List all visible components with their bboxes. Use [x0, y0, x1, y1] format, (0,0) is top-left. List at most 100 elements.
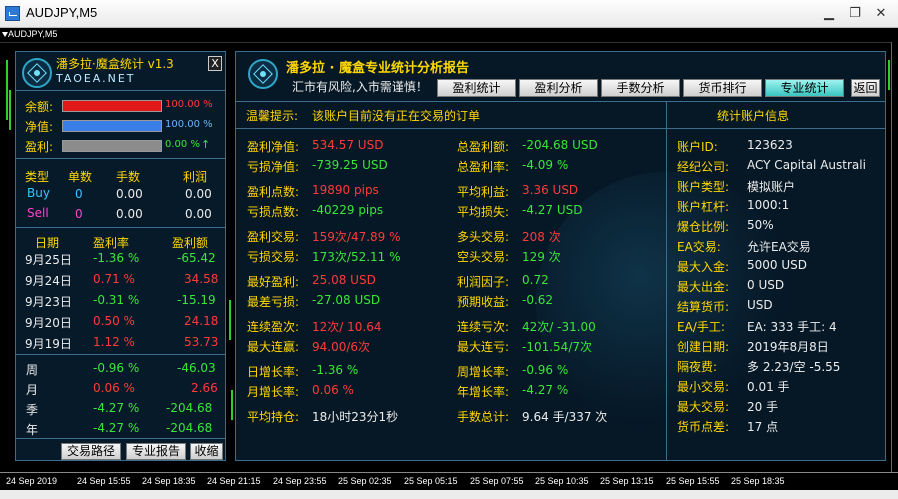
period-amount: -46.03	[177, 361, 216, 375]
report-title: 潘多拉 · 魔盒专业统计分析报告	[286, 61, 469, 76]
divider	[236, 128, 885, 129]
stat-value: 129 次	[522, 250, 561, 264]
daily-rate: 1.12 %	[93, 335, 135, 349]
profit-bar	[62, 140, 162, 152]
divider	[236, 101, 885, 102]
x-tick-label: 24 Sep 21:15	[207, 476, 261, 486]
account-value: 20 手	[747, 400, 779, 414]
balance-bar-fill	[63, 101, 161, 111]
stat-label: 周增长率:	[457, 365, 510, 379]
price-axis	[891, 42, 898, 472]
close-panel-button[interactable]: X	[208, 56, 222, 71]
daily-header-amount: 盈利额	[172, 236, 209, 250]
account-label: 爆仓比例:	[677, 220, 730, 234]
stat-label: 亏损点数:	[247, 205, 300, 219]
stat-value: -739.25 USD	[312, 158, 388, 172]
stat-value: 159次/47.89 %	[312, 230, 401, 244]
balance-percent: 100.00 %	[165, 99, 213, 110]
account-label: 账户类型:	[677, 180, 730, 194]
account-label: 结算货币:	[677, 300, 730, 314]
profit-label: 盈利:	[25, 140, 54, 154]
tab-pro-stats[interactable]: 专业统计	[765, 79, 844, 97]
stat-label: 总盈利率:	[457, 160, 510, 174]
period-amount: -204.68	[166, 401, 213, 415]
stat-value: -4.27 %	[522, 383, 569, 397]
chart-candle	[231, 390, 233, 420]
positions-header-count: 单数	[68, 170, 93, 184]
account-value: 50%	[747, 218, 774, 232]
stat-label: 最差亏损:	[247, 295, 300, 309]
account-label: 最大入金:	[677, 260, 730, 274]
sell-type: Sell	[27, 206, 49, 220]
account-value: ACY Capital Australi	[747, 158, 866, 172]
stat-value: -0.96 %	[522, 363, 569, 377]
stat-label: 连续亏次:	[457, 320, 510, 334]
stat-label: 最大连亏:	[457, 340, 510, 354]
stat-label: 平均损失:	[457, 205, 510, 219]
chart-candle	[888, 60, 890, 90]
x-tick-label: 25 Sep 18:35	[731, 476, 785, 486]
sell-profit: 0.00	[185, 207, 212, 221]
stat-value: -27.08 USD	[312, 293, 381, 307]
tab-currency-ranking[interactable]: 货币排行	[683, 79, 762, 97]
stat-value: -1.36 %	[312, 363, 359, 377]
tab-profit-analysis[interactable]: 盈利分析	[519, 79, 598, 97]
stat-value: 42次/ -31.00	[522, 320, 596, 334]
stat-label: 盈利净值:	[247, 140, 300, 154]
account-label: 最小交易:	[677, 380, 730, 394]
daily-rate: 0.50 %	[93, 314, 135, 328]
window-titlebar: AUDJPY,M5 ▁ ❐ ✕	[0, 0, 898, 28]
buy-lots: 0.00	[116, 187, 143, 201]
statistics-report-panel: 潘多拉 · 魔盒专业统计分析报告 汇市有风险,入市需谨慎！ 盈利统计 盈利分析 …	[235, 51, 886, 461]
tab-profit-stats[interactable]: 盈利统计	[437, 79, 516, 97]
pro-report-button[interactable]: 专业报告	[126, 443, 186, 460]
chart-header: AUDJPY,M5	[0, 28, 898, 43]
daily-amount: 53.73	[184, 335, 219, 349]
stat-label: 年增长率:	[457, 385, 510, 399]
account-label: 账户ID:	[677, 140, 718, 154]
x-tick-label: 25 Sep 15:55	[666, 476, 720, 486]
stat-value: 208 次	[522, 230, 561, 244]
divider	[16, 90, 225, 91]
account-value: 2019年8月8日	[747, 340, 829, 354]
summary-panel: 潘多拉·魔盒统计 v1.3 TAOEA.NET X 余额: 100.00 % 净…	[15, 51, 226, 461]
account-label: 隔夜费:	[677, 360, 718, 374]
daily-amount: -65.42	[177, 251, 216, 265]
collapse-button[interactable]: 收缩	[190, 443, 223, 460]
daily-rate: -0.31 %	[93, 293, 140, 307]
back-button[interactable]: 返回	[851, 79, 880, 97]
period-label: 季	[26, 403, 39, 417]
period-amount: 2.66	[191, 381, 218, 395]
stat-label: 盈利点数:	[247, 185, 300, 199]
stat-value: 12次/ 10.64	[312, 320, 382, 334]
tab-lots-analysis[interactable]: 手数分析	[601, 79, 680, 97]
minimize-icon[interactable]: ▁	[818, 4, 840, 24]
status-bar	[0, 490, 898, 499]
brand-label: TAOEA.NET	[56, 72, 136, 85]
stat-label: 预期收益:	[457, 295, 510, 309]
equity-percent: 100.00 %	[165, 119, 213, 130]
stat-value: 0.72	[522, 273, 549, 287]
stat-label: 手数总计:	[457, 410, 510, 424]
daily-header-rate: 盈利率	[93, 236, 130, 250]
x-tick-label: 24 Sep 15:55	[77, 476, 131, 486]
period-amount: -204.68	[166, 421, 213, 435]
close-icon[interactable]: ✕	[870, 4, 892, 24]
period-rate: 0.06 %	[93, 381, 135, 395]
divider	[16, 227, 225, 228]
trade-path-button[interactable]: 交易路径	[61, 443, 121, 460]
column-divider	[666, 101, 667, 460]
sell-count: 0	[75, 207, 83, 221]
daily-date: 9月25日	[25, 253, 72, 267]
account-label: 账户杠杆:	[677, 200, 730, 214]
stat-value: -40229 pips	[312, 203, 384, 217]
period-label: 年	[26, 423, 39, 437]
daily-rate: -1.36 %	[93, 251, 140, 265]
account-value: 17 点	[747, 420, 779, 434]
account-value: EA: 333 手工: 4	[747, 320, 837, 334]
restore-icon[interactable]: ❐	[844, 4, 866, 24]
stat-label: 最大连赢:	[247, 340, 300, 354]
positions-header-profit: 利润	[183, 170, 208, 184]
daily-header-date: 日期	[35, 236, 60, 250]
profit-up-arrow-icon: ↑	[201, 138, 211, 151]
